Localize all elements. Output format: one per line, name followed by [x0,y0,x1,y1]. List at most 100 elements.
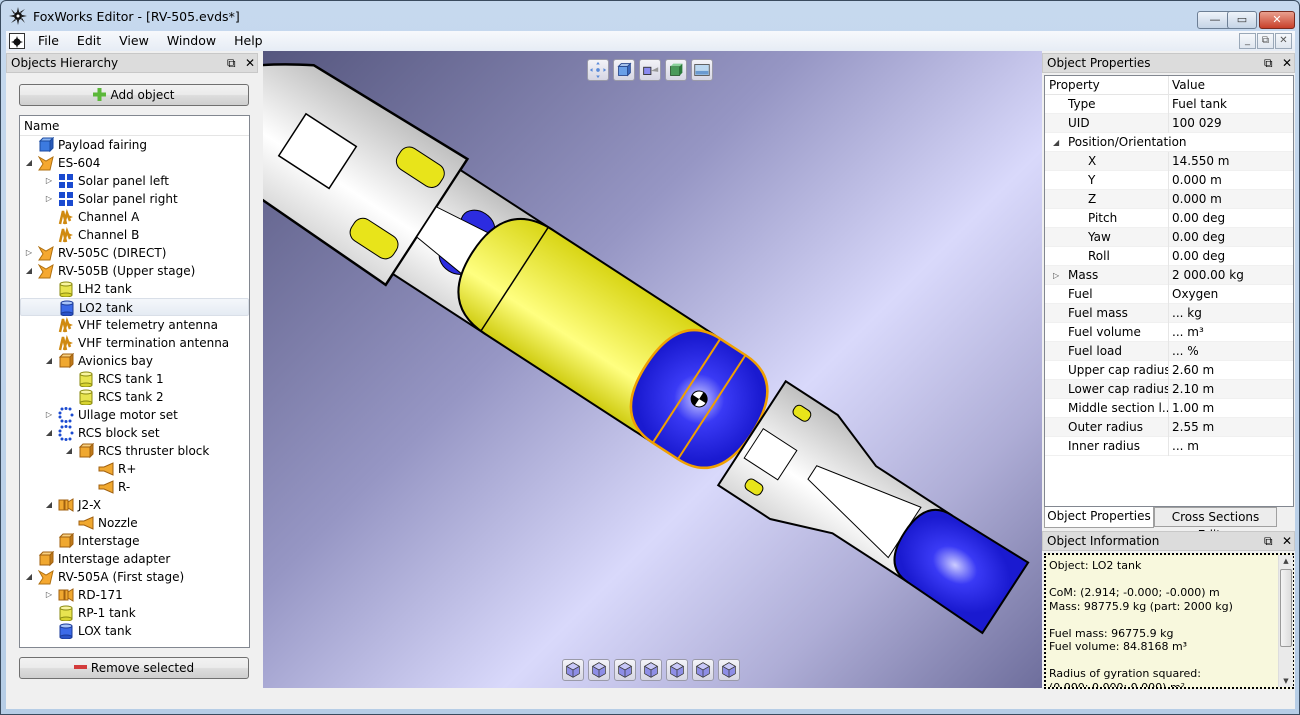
tree-item[interactable]: Payload fairing [20,136,249,154]
view-left-button[interactable] [640,659,662,681]
scroll-thumb[interactable] [1280,569,1292,647]
collapse-arrow-icon[interactable]: ◢ [24,262,34,280]
tree-item[interactable]: RP-1 tank [20,604,249,622]
expand-arrow-icon[interactable]: ▷ [44,190,54,208]
tree-item[interactable]: R- [20,478,249,496]
tree-item[interactable]: Interstage [20,532,249,550]
property-value[interactable]: 2.10 m [1172,380,1214,399]
property-row[interactable]: Fuel load ... % [1045,342,1293,361]
property-value[interactable]: 0.000 m [1172,171,1222,190]
close-icon[interactable]: ✕ [1282,532,1292,550]
property-value[interactable]: 0.00 deg [1172,247,1225,266]
property-value[interactable]: 0.00 deg [1172,209,1225,228]
property-value[interactable]: Fuel tank [1172,95,1227,114]
property-row[interactable]: Middle section l... 1.00 m [1045,399,1293,418]
property-row[interactable]: Fuel volume ... m³ [1045,323,1293,342]
close-icon[interactable]: ✕ [245,54,255,72]
close-icon[interactable]: ✕ [1282,54,1292,72]
view-bottom-button[interactable] [718,659,740,681]
3d-viewport[interactable] [263,51,1042,688]
property-row[interactable]: Pitch 0.00 deg [1045,209,1293,228]
property-value[interactable]: 1.00 m [1172,399,1214,418]
property-value[interactable]: 0.00 deg [1172,228,1225,247]
property-value[interactable]: ... kg [1172,304,1202,323]
property-row[interactable]: UID 100 029 [1045,114,1293,133]
menu-view[interactable]: View [110,31,158,51]
expand-arrow-icon[interactable]: ▷ [1053,266,1059,285]
tree-item[interactable]: ◢ J2-X [20,496,249,514]
expand-arrow-icon[interactable]: ▷ [44,172,54,190]
scroll-down-arrow[interactable]: ▼ [1279,675,1293,687]
view-right-button[interactable] [666,659,688,681]
close-button[interactable]: ✕ [1259,11,1295,29]
mdi-restore-button[interactable]: ⧉ [1257,33,1274,49]
collapse-arrow-icon[interactable]: ◢ [64,442,74,460]
expand-arrow-icon[interactable]: ▷ [44,406,54,424]
column-header-value[interactable]: Value [1172,76,1205,95]
tree-item[interactable]: R+ [20,460,249,478]
document-icon[interactable] [9,33,25,49]
tree-item[interactable]: ◢ RV-505A (First stage) [20,568,249,586]
tree-item[interactable]: ◢ RV-505B (Upper stage) [20,262,249,280]
tree-item[interactable]: ◢ RCS block set [20,424,249,442]
objects-tree[interactable]: Name Payload fairing ◢ ES-604 ▷ Solar panel … [19,115,250,648]
view-iso-button[interactable] [562,659,584,681]
tree-item[interactable]: RCS tank 1 [20,370,249,388]
property-row[interactable]: Inner radius ... m [1045,437,1293,456]
tree-item[interactable]: ◢ RCS thruster block [20,442,249,460]
collapse-arrow-icon[interactable]: ◢ [1053,133,1059,152]
property-value[interactable]: 2 000.00 kg [1172,266,1244,285]
tree-item[interactable]: ▷ RV-505C (DIRECT) [20,244,249,262]
pan-tool-button[interactable] [587,59,609,81]
tab-object-properties[interactable]: Object Properties [1044,507,1154,528]
property-row[interactable]: Roll 0.00 deg [1045,247,1293,266]
property-row[interactable]: Outer radius 2.55 m [1045,418,1293,437]
tree-item[interactable]: ▷ Solar panel left [20,172,249,190]
property-row[interactable]: Fuel Oxygen [1045,285,1293,304]
property-value[interactable]: 2.60 m [1172,361,1214,380]
view-back-button[interactable] [614,659,636,681]
tree-item[interactable]: ◢ Avionics bay [20,352,249,370]
shaded-view-button[interactable] [665,59,687,81]
info-scrollbar[interactable]: ▲ ▼ [1278,555,1293,687]
property-row[interactable]: Fuel mass ... kg [1045,304,1293,323]
property-row[interactable]: Yaw 0.00 deg [1045,228,1293,247]
tree-item[interactable]: Channel B [20,226,249,244]
tree-item[interactable]: ▷ Ullage motor set [20,406,249,424]
property-row[interactable]: X 14.550 m [1045,152,1293,171]
property-value[interactable]: 14.550 m [1172,152,1230,171]
property-value[interactable]: ... % [1172,342,1199,361]
tree-item[interactable]: Interstage adapter [20,550,249,568]
tree-item[interactable]: Nozzle [20,514,249,532]
property-row[interactable]: Upper cap radius 2.60 m [1045,361,1293,380]
column-header-property[interactable]: Property [1045,76,1169,95]
tree-item[interactable]: ▷ RD-171 [20,586,249,604]
property-row[interactable]: Z 0.000 m [1045,190,1293,209]
expand-arrow-icon[interactable]: ▷ [24,244,34,262]
rocket-model[interactable] [263,51,1042,688]
property-row[interactable]: ▷ Mass 2 000.00 kg [1045,266,1293,285]
property-row[interactable]: Lower cap radius 2.10 m [1045,380,1293,399]
tree-item[interactable]: LH2 tank [20,280,249,298]
menu-file[interactable]: File [29,31,68,51]
property-value[interactable]: 2.55 m [1172,418,1214,437]
screenshot-button[interactable] [691,59,713,81]
tree-column-header[interactable]: Name [20,116,249,136]
menu-edit[interactable]: Edit [68,31,110,51]
tree-item[interactable]: RCS tank 2 [20,388,249,406]
menu-window[interactable]: Window [158,31,225,51]
properties-table[interactable]: Property Value Type Fuel tank UID 100 029 ◢ P… [1044,75,1294,507]
collapse-arrow-icon[interactable]: ◢ [44,352,54,370]
tree-item[interactable]: LOX tank [20,622,249,640]
property-value[interactable]: 100 029 [1172,114,1222,133]
collapse-arrow-icon[interactable]: ◢ [44,424,54,442]
float-icon[interactable]: ⧉ [227,54,236,72]
property-value[interactable]: ... m [1172,437,1199,456]
property-value[interactable]: Oxygen [1172,285,1218,304]
property-value[interactable]: ... m³ [1172,323,1204,342]
info-dock-title[interactable]: Object Information ⧉ ✕ [1042,531,1295,551]
remove-selected-button[interactable]: Remove selected [19,657,249,679]
collapse-arrow-icon[interactable]: ◢ [24,568,34,586]
tree-item[interactable]: ◢ ES-604 [20,154,249,172]
collapse-arrow-icon[interactable]: ◢ [24,154,34,172]
